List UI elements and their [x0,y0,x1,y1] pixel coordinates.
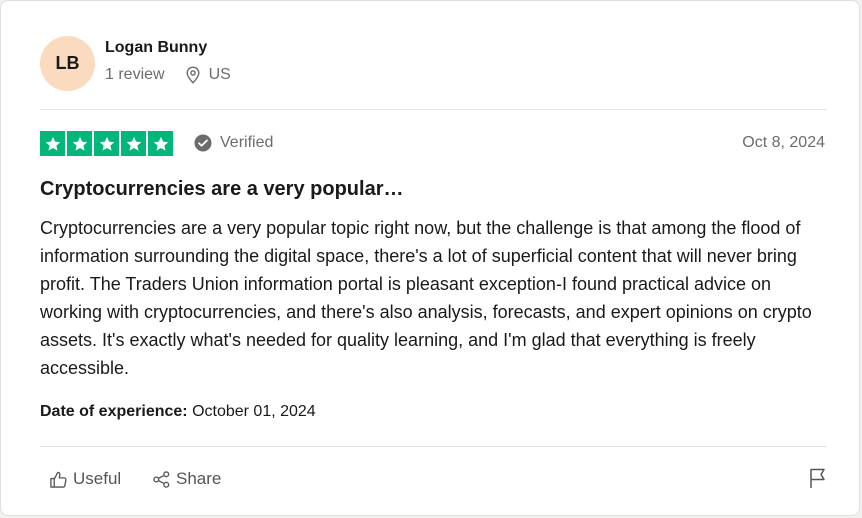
review-title[interactable]: Cryptocurrencies are a very popular… [40,178,403,201]
flag-icon [810,468,825,488]
useful-label: Useful [73,469,122,488]
avatar[interactable]: LB [40,36,95,91]
star-icon [121,131,146,156]
review-body: Cryptocurrencies are a very popular topi… [40,218,812,378]
review-count: 1 review [105,66,165,83]
star-rating [40,131,173,156]
share-button[interactable]: Share [152,469,221,489]
check-circle-icon [194,134,212,152]
divider [40,109,827,110]
thumbs-up-icon [50,471,67,488]
location-pin-icon [186,66,200,84]
review-card: LB Logan Bunny 1 review US Verified Oct … [0,0,860,516]
report-flag-button[interactable] [809,467,827,494]
avatar-initials: LB [55,53,80,73]
experience-label: Date of experience: [40,403,188,420]
share-icon [153,470,170,488]
reviewer-meta: 1 review US [105,66,231,84]
country-code: US [208,66,231,83]
star-icon [148,131,173,156]
star-icon [94,131,119,156]
review-date: Oct 8, 2024 [742,134,825,151]
experience-date: October 01, 2024 [192,403,316,420]
verified-badge[interactable]: Verified [194,134,273,152]
verified-label: Verified [220,134,274,151]
share-label: Share [176,469,222,488]
divider [40,446,827,447]
star-icon [67,131,92,156]
reviewer-name[interactable]: Logan Bunny [105,39,207,57]
date-of-experience: Date of experience: October 01, 2024 [40,403,316,421]
reviewer-location: US [185,66,231,84]
useful-button[interactable]: Useful [49,469,121,489]
star-icon [40,131,65,156]
